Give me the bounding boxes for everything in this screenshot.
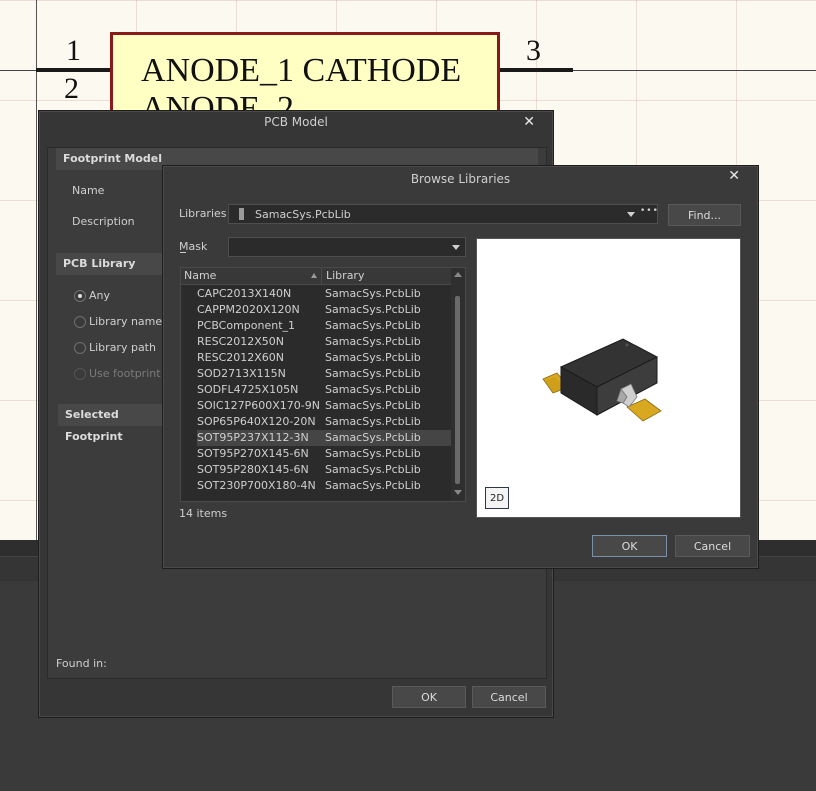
item-count: 14 items	[179, 507, 228, 520]
radio-library-name[interactable]	[74, 316, 86, 328]
list-item-name: SOIC127P600X170-9N	[197, 399, 320, 412]
chevron-down-icon	[627, 212, 635, 217]
view-2d-toggle[interactable]: 2D	[485, 487, 509, 509]
list-item-name: CAPC2013X140N	[197, 287, 292, 300]
list-item[interactable]: SOT95P280X145-6N SamacSys.PcbLib	[197, 462, 451, 478]
list-item-name: RESC2012X60N	[197, 351, 285, 364]
list-item-library: SamacSys.PcbLib	[325, 319, 421, 332]
browse-libraries-close-icon[interactable]: ✕	[728, 166, 740, 186]
list-item[interactable]: RESC2012X60N SamacSys.PcbLib	[197, 350, 451, 366]
column-header-library[interactable]: Library	[326, 269, 364, 282]
list-item[interactable]: SOD2713X115N SamacSys.PcbLib	[197, 366, 451, 382]
pin-3-line	[497, 68, 573, 72]
pcb-model-title: PCB Model	[264, 115, 328, 129]
description-label: Description	[72, 215, 135, 228]
list-item-library: SamacSys.PcbLib	[325, 399, 421, 412]
scroll-thumb[interactable]	[455, 296, 460, 484]
name-label: Name	[72, 184, 105, 197]
list-header: Name Library	[181, 268, 451, 285]
column-header-name[interactable]: Name	[184, 269, 216, 282]
found-in-label: Found in:	[56, 657, 107, 670]
browse-libraries-dialog: Browse Libraries ✕ Libraries SamacSys.Pc…	[162, 165, 759, 569]
radio-any-label: Any	[89, 289, 111, 302]
radio-use-footprint	[74, 368, 86, 380]
pin-3-number: 3	[526, 34, 541, 67]
list-item-name: SOT230P700X180-4N	[197, 479, 316, 492]
pcb-library-header: PCB Library	[56, 253, 163, 275]
list-scrollbar[interactable]	[451, 268, 465, 501]
sot23-3d-model-icon	[542, 338, 662, 422]
pin-1-number: 1	[66, 34, 81, 67]
list-item-library: SamacSys.PcbLib	[325, 303, 421, 316]
list-item-library: SamacSys.PcbLib	[325, 367, 421, 380]
radio-library-path-label: Library path	[89, 341, 156, 354]
column-divider	[321, 268, 322, 284]
browse-ok-button[interactable]: OK	[592, 535, 667, 557]
browse-libraries-titlebar[interactable]: Browse Libraries ✕	[163, 166, 758, 192]
list-item-name: SOT95P270X145-6N	[197, 447, 309, 460]
list-item-name: SODFL4725X105N	[197, 383, 299, 396]
radio-library-name-label: Library name	[89, 315, 163, 328]
scroll-up-icon[interactable]	[454, 272, 462, 277]
selected-footprint-header: Selected Footprint	[58, 404, 168, 443]
list-item[interactable]: SOP65P640X120-20N SamacSys.PcbLib	[197, 414, 451, 430]
list-item-library: SamacSys.PcbLib	[325, 463, 421, 476]
scroll-down-icon[interactable]	[454, 490, 462, 495]
libraries-selected-value: SamacSys.PcbLib	[255, 208, 351, 221]
list-item-name: SOT95P237X112-3N	[197, 431, 309, 444]
list-item-library: SamacSys.PcbLib	[325, 415, 421, 428]
radio-library-path[interactable]	[74, 342, 86, 354]
pcb-model-cancel-button[interactable]: Cancel	[472, 686, 546, 708]
component-pin-labels-line1: ANODE_1 CATHODE	[141, 52, 462, 89]
footprint-list[interactable]: Name Library CAPC2013X140N SamacSys.PcbLi…	[180, 267, 466, 502]
list-item-library: SamacSys.PcbLib	[325, 431, 421, 444]
list-item-name: SOD2713X115N	[197, 367, 286, 380]
radio-use-footprint-label: Use footprint f	[89, 367, 168, 380]
radio-any[interactable]	[74, 290, 86, 302]
list-item-library: SamacSys.PcbLib	[325, 479, 421, 492]
list-item[interactable]: RESC2012X50N SamacSys.PcbLib	[197, 334, 451, 350]
mask-input[interactable]	[228, 237, 466, 257]
list-item-library: SamacSys.PcbLib	[325, 447, 421, 460]
list-item-name: SOT95P280X145-6N	[197, 463, 309, 476]
list-item[interactable]: SOT95P270X145-6N SamacSys.PcbLib	[197, 446, 451, 462]
browse-cancel-button[interactable]: Cancel	[675, 535, 750, 557]
pin-2-number: 2	[64, 72, 79, 105]
list-item-library: SamacSys.PcbLib	[325, 351, 421, 364]
list-item[interactable]: SOIC127P600X170-9N SamacSys.PcbLib	[197, 398, 451, 414]
list-item-library: SamacSys.PcbLib	[325, 287, 421, 300]
list-item[interactable]: SOT230P700X180-4N SamacSys.PcbLib	[197, 478, 451, 494]
list-item-name: CAPPM2020X120N	[197, 303, 300, 316]
list-item[interactable]: PCBComponent_1 SamacSys.PcbLib	[197, 318, 451, 334]
list-item-library: SamacSys.PcbLib	[325, 335, 421, 348]
browse-libraries-title: Browse Libraries	[410, 172, 511, 186]
mask-accelerator-underline	[180, 252, 186, 253]
more-options-icon[interactable]: •••	[640, 206, 659, 216]
pcb-model-titlebar[interactable]: PCB Model ✕	[39, 111, 553, 133]
sheet-border-line	[36, 0, 37, 540]
sort-ascending-icon	[311, 273, 317, 278]
pcb-model-ok-button[interactable]: OK	[392, 686, 466, 708]
footprint-3d-preview[interactable]: 2D	[476, 238, 741, 518]
libraries-label: Libraries	[179, 207, 227, 220]
find-button[interactable]: Find...	[668, 204, 741, 226]
list-item[interactable]: CAPC2013X140N SamacSys.PcbLib	[197, 286, 451, 302]
mask-chevron-down-icon[interactable]	[452, 245, 460, 250]
list-item-name: SOP65P640X120-20N	[197, 415, 316, 428]
list-item[interactable]: SOT95P237X112-3N SamacSys.PcbLib	[197, 430, 451, 446]
libraries-dropdown[interactable]: SamacSys.PcbLib •••	[228, 204, 658, 224]
list-item[interactable]: SODFL4725X105N SamacSys.PcbLib	[197, 382, 451, 398]
list-item[interactable]: CAPPM2020X120N SamacSys.PcbLib	[197, 302, 451, 318]
list-item-name: PCBComponent_1	[197, 319, 296, 332]
list-item-name: RESC2012X50N	[197, 335, 285, 348]
library-file-icon	[239, 208, 244, 220]
pcb-model-close-icon[interactable]: ✕	[523, 111, 535, 133]
list-item-library: SamacSys.PcbLib	[325, 383, 421, 396]
